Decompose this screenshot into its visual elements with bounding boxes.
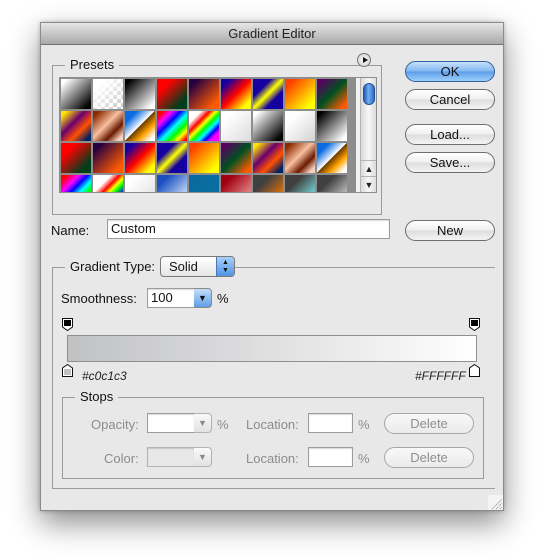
name-input[interactable]: Custom <box>107 219 390 239</box>
gradient-editor-dialog: Gradient Editor Presets ▲ ▼ OK Cancel Lo… <box>40 22 504 511</box>
presets-label: Presets <box>65 57 120 72</box>
preset-swatch[interactable] <box>156 110 188 142</box>
preset-swatch[interactable] <box>316 110 348 142</box>
opacity-input[interactable] <box>147 413 195 433</box>
color-dropdown-icon[interactable]: ▼ <box>194 447 212 467</box>
color-stop-right-icon[interactable] <box>469 364 480 377</box>
opacity-label: Opacity: <box>91 417 139 432</box>
color-location-input[interactable] <box>308 447 353 467</box>
opacity-unit: % <box>217 417 229 432</box>
scroll-down-arrow-icon[interactable]: ▼ <box>361 176 376 192</box>
preset-swatch[interactable] <box>60 142 92 174</box>
preset-swatch[interactable] <box>124 142 156 174</box>
presets-menu-icon[interactable] <box>357 53 371 67</box>
opacity-dropdown-icon[interactable]: ▼ <box>194 413 212 433</box>
preset-swatch[interactable] <box>316 78 348 110</box>
preset-swatch[interactable] <box>316 174 348 192</box>
preset-swatch[interactable] <box>92 174 124 192</box>
scrollbar-thumb[interactable] <box>363 83 375 105</box>
preset-swatch[interactable] <box>92 142 124 174</box>
preset-swatch[interactable] <box>188 174 220 192</box>
color-label: Color: <box>104 451 139 466</box>
color-stop-left-icon[interactable] <box>62 364 73 377</box>
resize-grip-icon[interactable] <box>488 495 503 510</box>
smoothness-label: Smoothness: <box>61 291 137 306</box>
preset-swatch[interactable] <box>124 78 156 110</box>
preset-swatch[interactable] <box>124 110 156 142</box>
presets-scrollbar[interactable]: ▲ ▼ <box>360 78 376 192</box>
preset-swatch[interactable] <box>60 78 92 110</box>
opacity-stop-left-icon[interactable] <box>62 318 73 331</box>
preset-swatch[interactable] <box>124 174 156 192</box>
preset-swatch[interactable] <box>284 110 316 142</box>
preset-swatch[interactable] <box>316 142 348 174</box>
preset-swatch[interactable] <box>252 174 284 192</box>
save-button[interactable]: Save... <box>405 152 495 173</box>
preset-swatch[interactable] <box>188 110 220 142</box>
preset-swatch[interactable] <box>252 78 284 110</box>
preset-swatch[interactable] <box>220 78 252 110</box>
color-delete-button[interactable]: Delete <box>384 447 474 468</box>
gradient-type-value: Solid <box>169 259 198 274</box>
smoothness-unit: % <box>217 291 229 306</box>
preset-swatch[interactable] <box>284 78 316 110</box>
presets-grid <box>60 78 356 192</box>
end-color-hex: #FFFFFF <box>415 369 466 383</box>
preset-swatch[interactable] <box>156 174 188 192</box>
scroll-up-arrow-icon[interactable]: ▲ <box>361 160 376 176</box>
color-location-unit: % <box>358 451 370 466</box>
select-arrows-icon: ▲ ▼ <box>216 257 234 276</box>
new-button[interactable]: New <box>405 220 495 241</box>
smoothness-dropdown-icon[interactable]: ▼ <box>194 288 212 308</box>
start-color-hex: #c0c1c3 <box>82 369 127 383</box>
opacity-location-label: Location: <box>246 417 299 432</box>
stops-label: Stops <box>75 389 119 404</box>
preset-swatch[interactable] <box>220 110 252 142</box>
preset-swatch[interactable] <box>156 78 188 110</box>
preset-swatch[interactable] <box>284 174 316 192</box>
preset-swatch[interactable] <box>156 142 188 174</box>
preset-swatch[interactable] <box>188 142 220 174</box>
gradient-preview-bar[interactable] <box>67 335 477 362</box>
preset-swatch[interactable] <box>92 110 124 142</box>
preset-swatch[interactable] <box>60 174 92 192</box>
preset-swatch[interactable] <box>60 110 92 142</box>
presets-list: ▲ ▼ <box>59 77 377 193</box>
opacity-location-unit: % <box>358 417 370 432</box>
color-swatch-field[interactable] <box>147 447 195 467</box>
preset-swatch[interactable] <box>220 142 252 174</box>
preset-swatch[interactable] <box>92 78 124 110</box>
preset-swatch[interactable] <box>220 174 252 192</box>
title-bar: Gradient Editor <box>41 23 503 45</box>
color-location-label: Location: <box>246 451 299 466</box>
cancel-button[interactable]: Cancel <box>405 89 495 110</box>
smoothness-input[interactable]: 100 <box>147 288 195 308</box>
preset-swatch[interactable] <box>188 78 220 110</box>
gradient-type-label: Gradient Type: <box>65 259 161 274</box>
opacity-delete-button[interactable]: Delete <box>384 413 474 434</box>
load-button[interactable]: Load... <box>405 124 495 145</box>
gradient-type-select[interactable]: Solid ▲ ▼ <box>160 256 235 277</box>
name-label: Name: <box>51 223 90 238</box>
preset-swatch[interactable] <box>252 142 284 174</box>
preset-swatch[interactable] <box>284 142 316 174</box>
preset-swatch[interactable] <box>252 110 284 142</box>
opacity-location-input[interactable] <box>308 413 353 433</box>
opacity-stop-right-icon[interactable] <box>469 318 480 331</box>
ok-button[interactable]: OK <box>405 61 495 82</box>
